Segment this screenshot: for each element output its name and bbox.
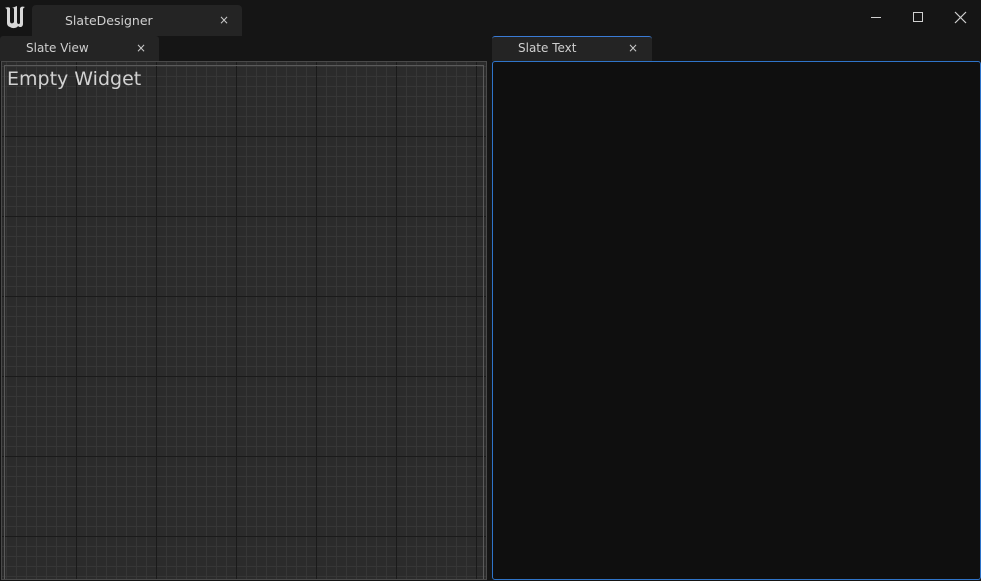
maximize-icon [913, 12, 923, 22]
maximize-button[interactable] [897, 0, 939, 34]
slate-text-panel [492, 61, 981, 580]
tab-slate-designer-label: SlateDesigner [65, 13, 153, 28]
close-icon[interactable]: × [627, 42, 639, 54]
close-window-button[interactable] [939, 0, 981, 34]
minimize-icon [871, 17, 881, 18]
tab-slate-text-label: Slate Text [518, 41, 577, 55]
close-icon [954, 11, 966, 23]
tab-slate-view[interactable]: Slate View × [0, 36, 159, 61]
unreal-engine-logo-icon[interactable] [2, 4, 28, 30]
title-bar[interactable]: SlateDesigner × [0, 0, 981, 36]
tab-slate-view-label: Slate View [26, 41, 89, 55]
close-icon[interactable]: × [218, 14, 230, 26]
minimize-button[interactable] [855, 0, 897, 34]
empty-widget-label: Empty Widget [7, 68, 142, 90]
slate-view-canvas[interactable]: Empty Widget [1, 61, 487, 580]
slate-view-tab-strip: Slate View × [0, 36, 490, 61]
slate-designer-window: SlateDesigner × Slate View × Empty Widge… [0, 0, 981, 581]
tab-slate-designer[interactable]: SlateDesigner × [32, 5, 242, 36]
slate-text-editor[interactable] [493, 62, 980, 579]
close-icon[interactable]: × [135, 42, 147, 54]
window-controls [855, 0, 981, 34]
tab-slate-text[interactable]: Slate Text × [492, 36, 652, 61]
widget-preview-frame: Empty Widget [4, 65, 484, 579]
